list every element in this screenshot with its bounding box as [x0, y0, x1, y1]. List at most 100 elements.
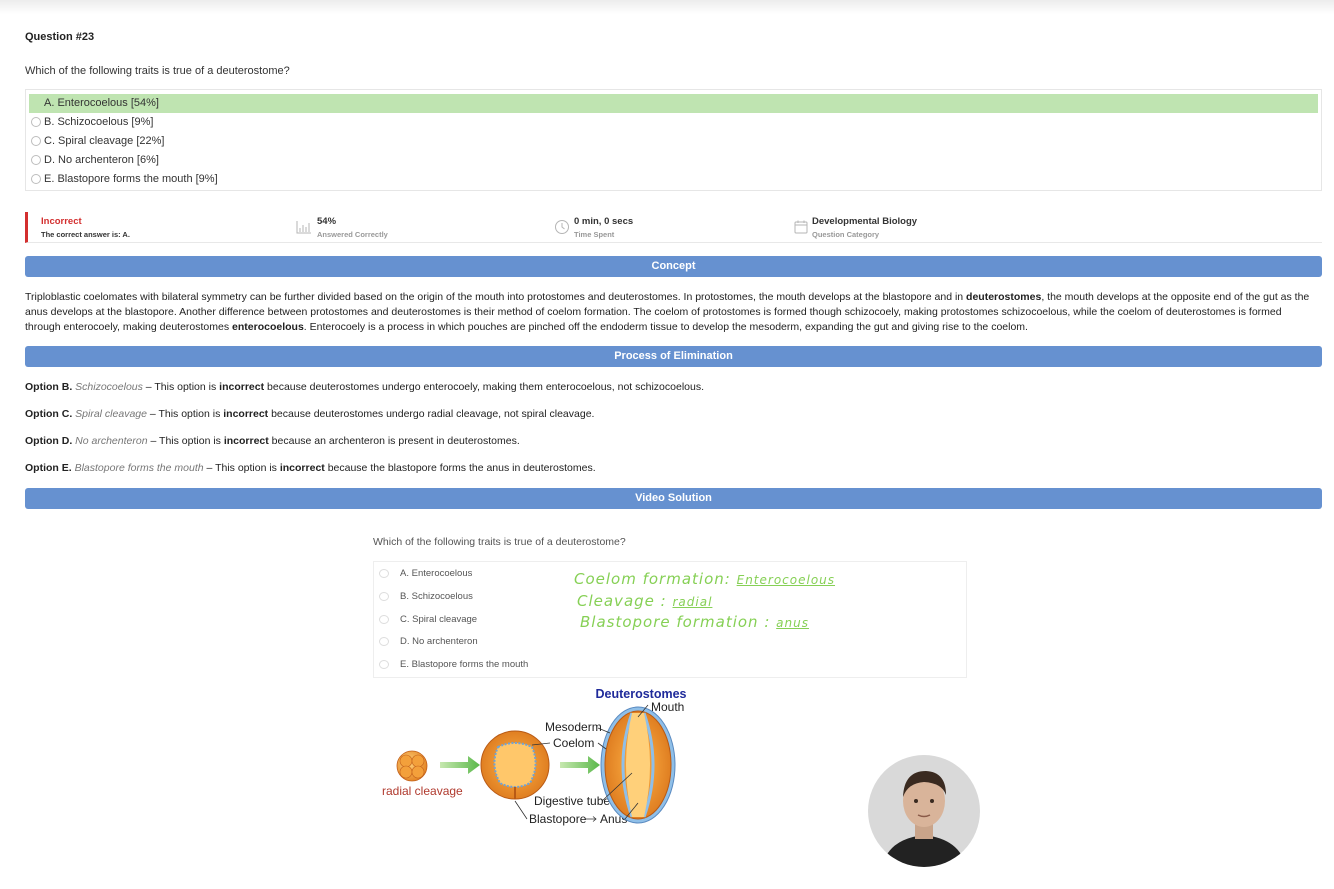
percent-value: 54% [317, 216, 337, 227]
video-option-label: A. Enterocoelous [400, 568, 473, 579]
option-e-label: E. Blastopore forms the mouth [9%] [44, 172, 218, 185]
elim-text: – This option is [146, 408, 224, 420]
elim-bold: incorrect [219, 381, 265, 393]
radio-icon [379, 660, 389, 669]
radio-icon [379, 615, 389, 624]
top-shade [0, 0, 1334, 14]
handwritten-note: Blastopore formation : anus [580, 613, 809, 631]
elim-term: Spiral cleavage [75, 408, 147, 420]
elimination-header: Process of Elimination [25, 346, 1322, 367]
video-solution-header: Video Solution [25, 488, 1322, 509]
elim-bold: incorrect [223, 435, 269, 447]
video-player[interactable]: Which of the following traits is true of… [370, 523, 985, 880]
option-d[interactable]: D. No archenteron [6%] [29, 150, 1318, 169]
elimination-item: Option C. Spiral cleavage – This option … [25, 408, 594, 420]
radio-icon [379, 569, 389, 578]
option-a-label: A. Enterocoelous [54%] [44, 97, 159, 110]
category-value: Developmental Biology [812, 216, 918, 227]
time-spent-stat: 0 min, 0 secs Time Spent [574, 216, 633, 239]
elim-text: – This option is [142, 381, 220, 393]
note-answer: anus [776, 616, 809, 630]
elim-term: No archenteron [75, 435, 148, 447]
concept-bold: deuterostomes [966, 291, 1042, 303]
radio-icon[interactable] [31, 173, 41, 184]
calendar-icon [794, 220, 808, 234]
option-a[interactable]: A. Enterocoelous [54%] [29, 94, 1318, 113]
morula-icon [396, 750, 428, 782]
radio-icon [379, 592, 389, 601]
option-b-label: B. Schizocoelous [9%] [44, 116, 154, 129]
video-option-label: C. Spiral cleavage [400, 614, 478, 625]
elim-bold: incorrect [223, 408, 269, 420]
concept-header: Concept [25, 256, 1322, 277]
option-e[interactable]: E. Blastopore forms the mouth [9%] [29, 169, 1318, 188]
video-question-text: Which of the following traits is true of… [373, 536, 626, 548]
video-option: C. Spiral cleavage [379, 614, 477, 625]
concept-part: Triploblastic coelomates with bilateral … [25, 291, 967, 303]
digestive-tube-label: Digestive tube [534, 794, 610, 808]
elim-term: Blastopore forms the mouth [74, 462, 204, 474]
option-d-label: D. No archenteron [6%] [44, 153, 159, 166]
elimination-item: Option E. Blastopore forms the mouth – T… [25, 462, 596, 474]
question-number: Question #23 [25, 31, 95, 43]
elim-term: Schizocoelous [75, 381, 143, 393]
video-options-box: A. Enterocoelous B. Schizocoelous C. Spi… [373, 561, 967, 678]
elim-option: Option B. [25, 381, 73, 393]
mouth-label: Mouth [651, 700, 684, 714]
note-label: Coelom formation: [574, 570, 731, 588]
category-label: Question Category [812, 230, 880, 239]
handwritten-note: Coelom formation: Enterocoelous [574, 570, 835, 588]
video-option-label: E. Blastopore forms the mouth [400, 659, 529, 670]
elim-text: because deuterostomes undergo enterocoel… [264, 381, 704, 393]
gastrula-icon [480, 730, 550, 800]
note-label: Cleavage : [577, 592, 667, 610]
radio-icon[interactable] [31, 135, 41, 146]
elimination-item: Option D. No archenteron – This option i… [25, 435, 520, 447]
elim-text: – This option is [203, 462, 280, 474]
radio-icon[interactable] [31, 117, 41, 128]
arrow-icon [440, 756, 480, 774]
elim-text: – This option is [147, 435, 224, 447]
instructor-avatar [868, 755, 980, 867]
correct-answer-label: The correct answer is: A. [41, 230, 130, 239]
embryo-icon [600, 706, 676, 824]
handwritten-note: Cleavage : radial [577, 592, 712, 610]
note-answer: radial [672, 595, 713, 609]
result-stats: Incorrect The correct answer is: A. 54% … [25, 212, 1322, 243]
video-option: B. Schizocoelous [379, 591, 473, 602]
radial-cleavage-label: radial cleavage [382, 784, 463, 798]
option-c-label: C. Spiral cleavage [22%] [44, 134, 165, 147]
blastopore-label: Blastopore [529, 812, 587, 826]
elim-text: because the blastopore forms the anus in… [324, 462, 596, 474]
clock-icon [555, 220, 569, 234]
radio-icon [379, 637, 389, 646]
time-value: 0 min, 0 secs [574, 216, 634, 227]
result-status: Incorrect The correct answer is: A. [41, 216, 130, 239]
elim-option: Option E. [25, 462, 72, 474]
radio-icon[interactable] [31, 154, 41, 165]
diagram-title: Deuterostomes [596, 687, 687, 701]
coelom-label: Coelom [553, 736, 594, 750]
mesoderm-label: Mesoderm [545, 720, 602, 734]
option-b[interactable]: B. Schizocoelous [9%] [29, 113, 1318, 132]
concept-part: . Enterocoely is a process in which pouc… [303, 321, 1028, 333]
elimination-item: Option B. Schizocoelous – This option is… [25, 381, 704, 393]
result-label: Incorrect [41, 216, 82, 227]
question-category-stat: Developmental Biology Question Category [812, 216, 917, 239]
video-option: A. Enterocoelous [379, 568, 472, 579]
video-option-label: D. No archenteron [400, 636, 478, 647]
elim-text: because deuterostomes undergo radial cle… [268, 408, 595, 420]
video-option: D. No archenteron [379, 636, 478, 647]
answered-correctly-stat: 54% Answered Correctly [317, 216, 388, 239]
video-option-label: B. Schizocoelous [400, 591, 473, 602]
note-answer: Enterocoelous [736, 573, 836, 587]
elim-option: Option C. [25, 408, 73, 420]
question-text: Which of the following traits is true of… [25, 65, 290, 77]
arrow-icon [560, 756, 600, 774]
elim-bold: incorrect [279, 462, 325, 474]
option-c[interactable]: C. Spiral cleavage [22%] [29, 132, 1318, 151]
deuterostome-diagram: Deuterostomes Mouth Mesoderm Coelom radi… [382, 687, 687, 826]
time-label: Time Spent [574, 230, 615, 239]
concept-text: Triploblastic coelomates with bilateral … [25, 290, 1320, 335]
answer-options: A. Enterocoelous [54%] B. Schizocoelous … [25, 89, 1322, 191]
